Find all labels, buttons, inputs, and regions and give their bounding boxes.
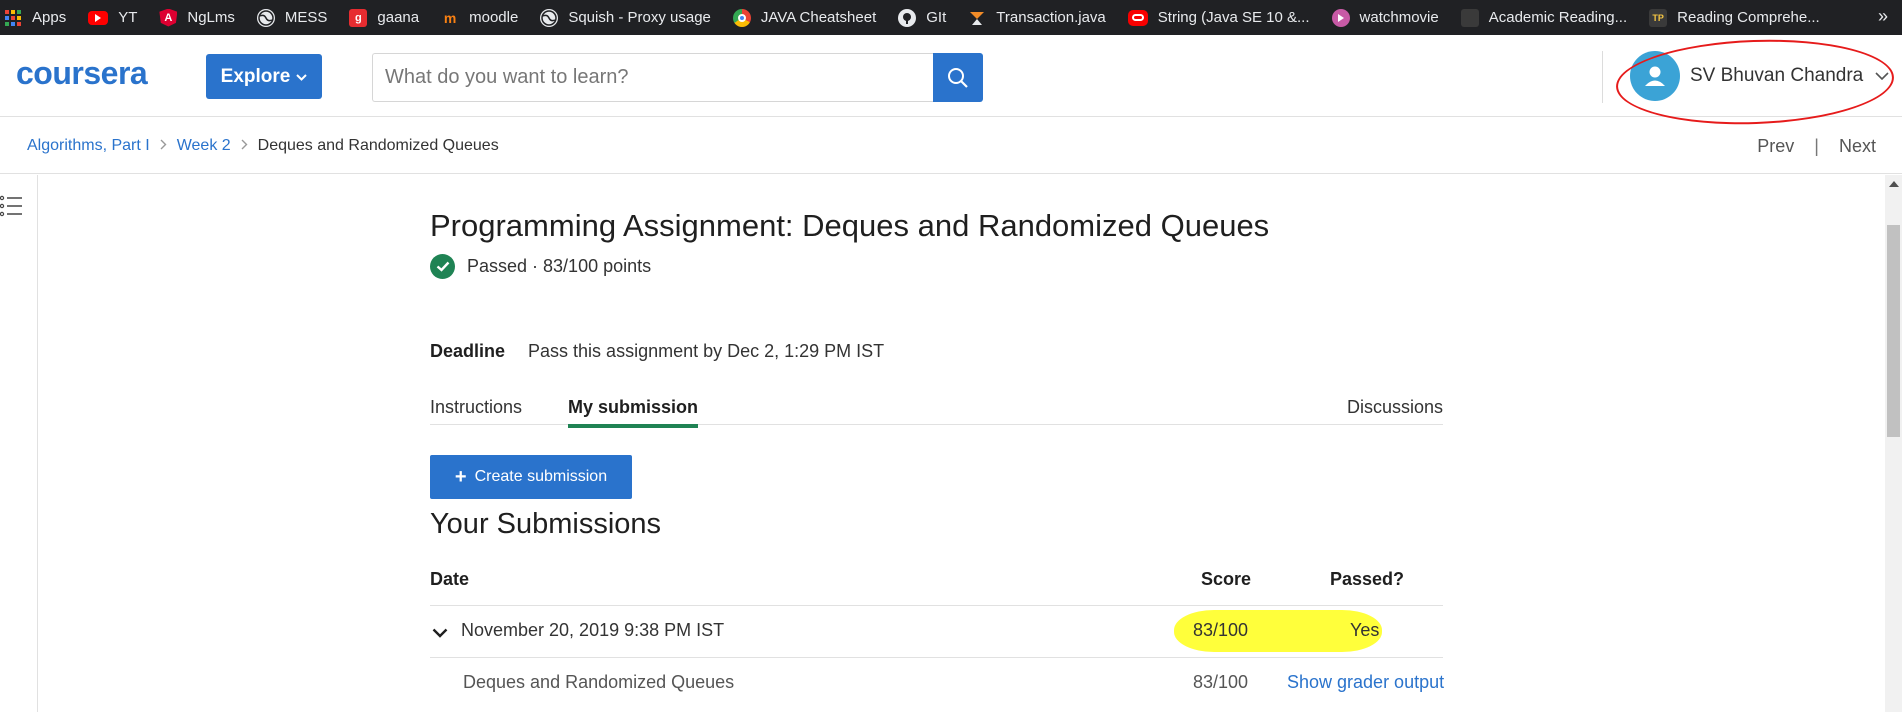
- bookmark-apps[interactable]: Apps: [4, 9, 66, 27]
- bookmark-label: Apps: [32, 9, 67, 26]
- bookmark-string-java[interactable]: String (Java SE 10 &...: [1127, 9, 1310, 26]
- check-circle-icon: [430, 254, 455, 279]
- bookmark-watchmovie[interactable]: watchmovie: [1331, 8, 1439, 27]
- bookmark-label: NgLms: [187, 9, 235, 26]
- coursera-logo[interactable]: coursera: [16, 55, 148, 92]
- submission-score: 83/100: [1193, 620, 1249, 640]
- page-title: Programming Assignment: Deques and Rando…: [430, 208, 1270, 243]
- bookmark-transaction[interactable]: Transaction.java: [968, 9, 1106, 27]
- bookmark-academic-reading[interactable]: Academic Reading...: [1460, 8, 1628, 27]
- bookmark-label: Transaction.java: [996, 9, 1106, 26]
- bookmark-reading-comprehension[interactable]: TP Reading Comprehe...: [1649, 8, 1820, 27]
- globe-icon: [540, 8, 559, 27]
- part-score: 83/100: [1193, 672, 1249, 692]
- expand-chevron-icon[interactable]: [432, 622, 448, 643]
- kotlin-icon: [968, 9, 986, 27]
- chevron-right-icon: [241, 139, 248, 153]
- youtube-icon: [88, 10, 109, 25]
- bookmark-moodle[interactable]: m moodle: [441, 9, 518, 27]
- show-grader-output-link[interactable]: Show grader output: [1287, 672, 1444, 693]
- chevron-down-icon: [296, 70, 308, 84]
- grid-icon: [1460, 8, 1479, 27]
- prev-next-nav: Prev | Next: [1757, 136, 1876, 157]
- breadcrumb-course[interactable]: Algorithms, Part I: [27, 137, 150, 155]
- submission-passed: Yes: [1350, 620, 1380, 640]
- moodle-icon: m: [443, 9, 457, 26]
- bookmarks-bar: Apps YT A NgLms MESS g gaana m moodle Sq…: [0, 0, 1902, 35]
- bookmark-label: moodle: [469, 9, 519, 26]
- bookmark-label: gaana: [377, 9, 420, 26]
- search-icon: [948, 67, 968, 88]
- table-row[interactable]: November 20, 2019 9:38 PM IST 83/100 Yes: [430, 605, 1443, 657]
- bookmark-nglms[interactable]: A NgLms: [159, 8, 235, 27]
- deadline-text: Pass this assignment by Dec 2, 1:29 PM I…: [528, 341, 885, 361]
- oracle-icon: [1127, 9, 1148, 26]
- part-name: Deques and Randomized Queues: [463, 672, 735, 692]
- site-header: coursera Explore What do you want to lea…: [0, 35, 1902, 129]
- search-button[interactable]: [933, 53, 983, 102]
- submission-date: November 20, 2019 9:38 PM IST: [461, 620, 725, 640]
- assignment-tabs: Instructions My submission Discussions: [430, 385, 1443, 428]
- globe-icon: [256, 8, 275, 27]
- breadcrumb: Algorithms, Part I Week 2 Deques and Ran…: [0, 118, 1902, 174]
- create-submission-label: Create submission: [474, 468, 608, 485]
- bookmark-label: MESS: [284, 9, 328, 26]
- chevron-right-icon: [160, 139, 167, 153]
- header-divider: [1602, 51, 1603, 103]
- explore-button[interactable]: Explore: [206, 54, 322, 99]
- status-line: Passed · 83/100 points: [430, 254, 651, 279]
- column-header-passed: Passed?: [1330, 569, 1405, 589]
- search-input[interactable]: What do you want to learn?: [372, 53, 933, 102]
- bookmark-label: String (Java SE 10 &...: [1157, 9, 1310, 26]
- prev-next-divider: |: [1814, 136, 1819, 156]
- status-text: Passed · 83/100 points: [467, 256, 652, 276]
- bookmark-yt[interactable]: YT: [88, 9, 137, 26]
- bookmark-gaana[interactable]: g gaana: [349, 8, 420, 27]
- angular-icon: A: [159, 8, 178, 27]
- bookmark-mess[interactable]: MESS: [256, 8, 328, 27]
- deadline-label: Deadline: [430, 341, 506, 361]
- play-icon: [1331, 8, 1350, 27]
- bookmark-label: watchmovie: [1359, 9, 1439, 26]
- bookmark-label: GIt: [926, 9, 947, 26]
- github-icon: [898, 8, 917, 27]
- explore-label: Explore: [220, 65, 291, 87]
- bookmark-label: YT: [118, 9, 138, 26]
- breadcrumb-week[interactable]: Week 2: [177, 137, 231, 155]
- scrollbar[interactable]: [1885, 175, 1902, 712]
- scroll-up-arrow[interactable]: [1889, 181, 1899, 187]
- create-submission-button[interactable]: + Create submission: [430, 455, 632, 499]
- breadcrumb-current: Deques and Randomized Queues: [257, 136, 499, 154]
- bookmark-label: Squish - Proxy usage: [568, 9, 711, 26]
- list-icon: [0, 195, 22, 217]
- column-header-score: Score: [1201, 569, 1252, 589]
- chrome-icon: [732, 8, 751, 27]
- list-item: Deques and Randomized Queues 83/100 Show…: [430, 657, 1444, 709]
- search-placeholder: What do you want to learn?: [385, 66, 629, 88]
- prev-button[interactable]: Prev: [1757, 136, 1794, 157]
- tab-discussions[interactable]: Discussions: [1347, 397, 1443, 425]
- bookmark-label: Reading Comprehe...: [1677, 9, 1820, 26]
- bookmarks-more-button[interactable]: »: [1878, 6, 1888, 27]
- tp-icon: TP: [1649, 8, 1668, 27]
- bookmark-java-cheatsheet[interactable]: JAVA Cheatsheet: [732, 8, 877, 27]
- deadline-row: Deadline Pass this assignment by Dec 2, …: [430, 341, 884, 362]
- course-outline-button[interactable]: [0, 195, 24, 222]
- gaana-icon: g: [349, 8, 368, 27]
- bookmark-squish[interactable]: Squish - Proxy usage: [540, 8, 711, 27]
- scroll-thumb[interactable]: [1887, 225, 1900, 437]
- tab-my-submission[interactable]: My submission: [568, 397, 699, 428]
- left-rail: [0, 175, 38, 712]
- bookmark-label: Academic Reading...: [1488, 9, 1628, 26]
- bookmark-git[interactable]: GIt: [898, 8, 947, 27]
- tab-instructions[interactable]: Instructions: [430, 397, 522, 425]
- plus-icon: +: [454, 466, 467, 488]
- next-button[interactable]: Next: [1839, 136, 1876, 157]
- submissions-heading: Your Submissions: [430, 508, 662, 540]
- apps-grid-icon: [4, 9, 22, 27]
- bookmark-label: JAVA Cheatsheet: [760, 9, 877, 26]
- column-header-date: Date: [430, 569, 470, 589]
